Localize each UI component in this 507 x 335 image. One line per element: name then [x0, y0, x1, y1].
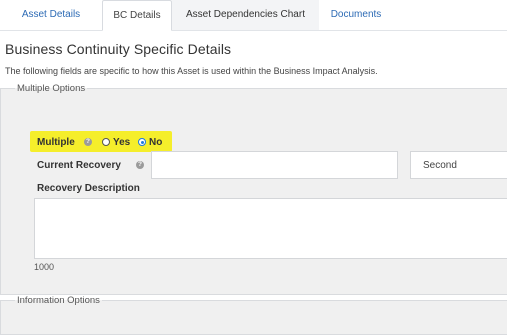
question-circle-icon[interactable]: ?	[84, 138, 92, 146]
tab-documents[interactable]: Documents	[319, 0, 393, 30]
tab-asset-dependencies-chart[interactable]: Asset Dependencies Chart	[172, 0, 319, 30]
tab-asset-details[interactable]: Asset Details	[0, 0, 102, 30]
tab-bc-details[interactable]: BC Details	[102, 0, 172, 31]
multiple-no-radio[interactable]	[138, 138, 146, 146]
multiple-no-label[interactable]: No	[149, 137, 162, 148]
information-options-group: Information Options	[0, 295, 507, 335]
current-recovery-input[interactable]	[151, 151, 398, 179]
multiple-label: Multiple	[37, 137, 75, 148]
recovery-description-textarea[interactable]	[34, 198, 507, 259]
current-recovery-label: Current Recovery	[37, 160, 121, 171]
question-circle-icon[interactable]: ?	[136, 161, 144, 169]
information-options-legend: Information Options	[17, 295, 100, 306]
multiple-yes-radio[interactable]	[102, 138, 110, 146]
section-description: The following fields are specific to how…	[5, 66, 378, 76]
multiple-yes-label[interactable]: Yes	[113, 137, 130, 148]
tab-bar: Asset Details BC Details Asset Dependenc…	[0, 0, 507, 31]
page-title: Business Continuity Specific Details	[5, 41, 232, 57]
character-counter: 1000	[34, 262, 55, 272]
recovery-unit-selected: Second	[423, 160, 457, 171]
recovery-description-label: Recovery Description	[37, 183, 140, 194]
multiple-options-legend: Multiple Options	[17, 83, 86, 94]
